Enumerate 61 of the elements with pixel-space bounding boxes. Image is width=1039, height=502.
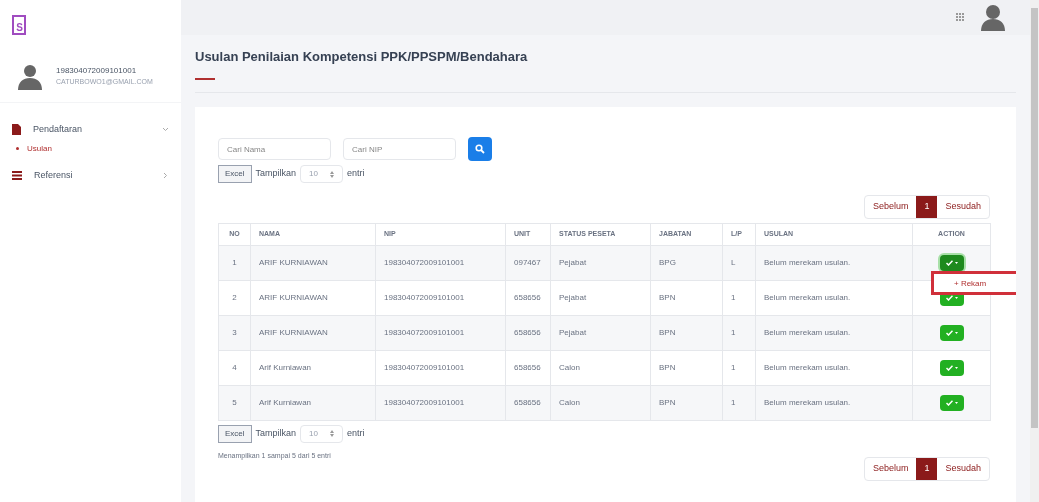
- table-cell: 198304072009101001: [375, 315, 506, 350]
- table-cell: Pejabat: [550, 245, 651, 280]
- table-cell: 658656: [505, 385, 551, 420]
- previous-page-button[interactable]: Sebelum: [864, 196, 917, 218]
- table-cell: Pejabat: [550, 315, 651, 350]
- table-cell: Belum merekam usulan.: [755, 315, 913, 350]
- table-cell: ARIF KURNIAWAN: [250, 315, 376, 350]
- table-cell: Belum merekam usulan.: [755, 350, 913, 385]
- table-cell: 1: [722, 350, 756, 385]
- sidebar-item[interactable]: Referensi: [12, 164, 169, 186]
- table-cell: 1: [722, 315, 756, 350]
- table-cell: Pejabat: [550, 280, 651, 315]
- nip-search-field[interactable]: Cari NIP: [343, 138, 456, 160]
- table-cell: 198304072009101001: [375, 350, 506, 385]
- table-cell: 1: [218, 245, 251, 280]
- table-cell: Belum merekam usulan.: [755, 280, 913, 315]
- table-cell: BPN: [650, 385, 723, 420]
- table-cell: 658656: [505, 350, 551, 385]
- table-cell: Belum merekam usulan.: [755, 385, 913, 420]
- entries-label: entri: [347, 167, 365, 181]
- table-cell: 198304072009101001: [375, 280, 506, 315]
- table-cell: BPN: [650, 350, 723, 385]
- show-label: Tampilkan: [255, 167, 297, 181]
- table-cell: 2: [218, 280, 251, 315]
- table-cell: 4: [218, 350, 251, 385]
- next-page-button[interactable]: Sesudah: [937, 458, 989, 480]
- logo: S: [12, 15, 26, 35]
- show-label: Tampilkan: [255, 426, 297, 440]
- table-cell: L: [722, 245, 756, 280]
- table-cell: BPN: [650, 315, 723, 350]
- table-cell: 1: [722, 385, 756, 420]
- table-cell: ARIF KURNIAWAN: [250, 245, 376, 280]
- sidebar-subitem[interactable]: Usulan: [12, 140, 169, 157]
- table-cell: 097467: [505, 245, 551, 280]
- menu-item[interactable]: + Rekam: [934, 273, 987, 290]
- table-cell: 658656: [505, 315, 551, 350]
- page-button[interactable]: 1: [916, 458, 938, 480]
- page-title: Usulan Penilaian Kompetensi PPK/PPSPM/Bendahara: [195, 47, 529, 66]
- page-button[interactable]: 1: [916, 196, 938, 218]
- table-cell: Arif Kurniawan: [250, 350, 376, 385]
- entries-label: entri: [347, 426, 365, 440]
- table-cell: Calon: [550, 385, 651, 420]
- previous-page-button[interactable]: Sebelum: [864, 458, 917, 480]
- excel-button[interactable]: Excel: [218, 165, 252, 183]
- table-cell: Arif Kurniawan: [250, 385, 376, 420]
- table-cell: 658656: [505, 280, 551, 315]
- table-cell: BPG: [650, 245, 723, 280]
- table-cell: 5: [218, 385, 251, 420]
- table-cell: 1: [722, 280, 756, 315]
- excel-button[interactable]: Excel: [218, 424, 252, 443]
- table-cell: 198304072009101001: [375, 245, 506, 280]
- table-cell: BPN: [650, 280, 723, 315]
- next-page-button[interactable]: Sesudah: [937, 196, 989, 218]
- user-nip: 198304072009101001: [56, 64, 138, 77]
- sidebar-item[interactable]: Pendaftaran: [12, 119, 169, 141]
- table-cell: 3: [218, 315, 251, 350]
- table-cell: 198304072009101001: [375, 385, 506, 420]
- table-cell: Calon: [550, 350, 651, 385]
- table-cell: ARIF KURNIAWAN: [250, 280, 376, 315]
- table-cell: Belum merekam usulan.: [755, 245, 913, 280]
- name-search-field[interactable]: Cari Nama: [218, 138, 331, 160]
